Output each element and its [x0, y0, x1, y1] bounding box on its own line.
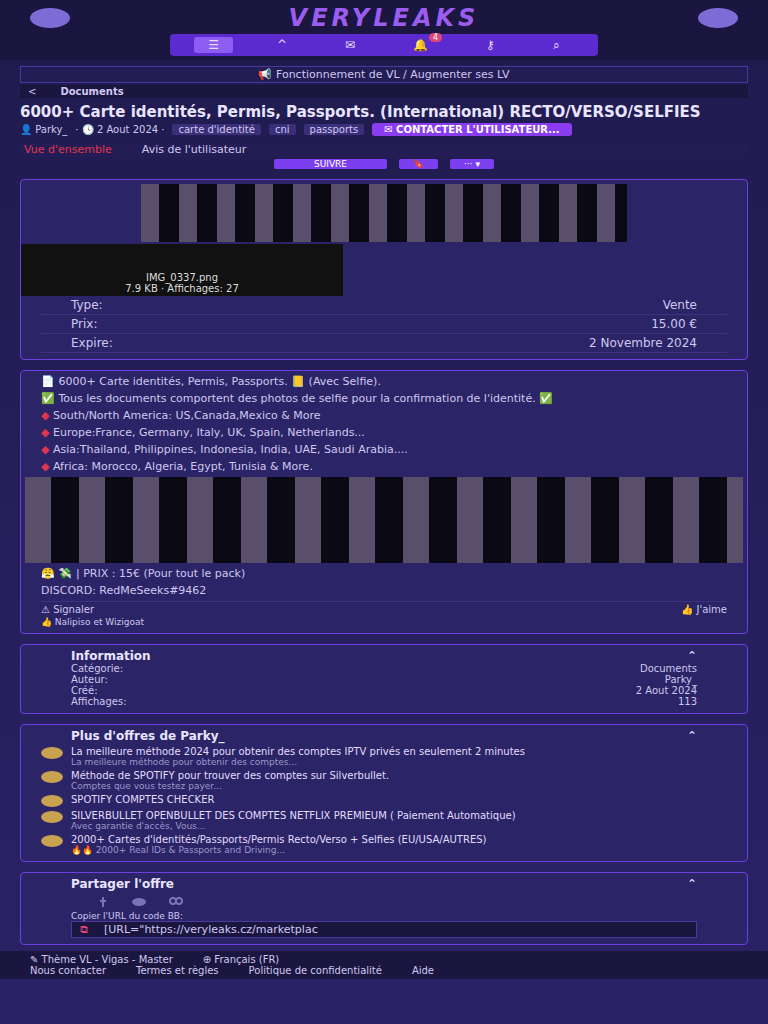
nav-bar: ☰ ^ ✉ 🔔4 ⚷ ⌕	[170, 34, 598, 56]
nav-item[interactable]: ⌕	[539, 37, 574, 53]
mascot-icon	[698, 8, 738, 28]
tab[interactable]: Avis de l'utilisateur	[142, 143, 247, 156]
nav-item[interactable]: ☰	[194, 37, 233, 53]
offer-item[interactable]: SILVERBULLET OPENBULLET DES COMPTES NETF…	[71, 810, 697, 831]
detail-row: Expire:2 Novembre 2024	[41, 334, 727, 353]
mascot-icon	[30, 8, 70, 28]
listing-meta: 👤 Parky_ · 🕓 2 Aout 2024 · carte d'identit…	[20, 123, 748, 136]
detail-row: Type:Vente	[41, 296, 727, 315]
follow-button[interactable]: SUIVRE	[274, 159, 387, 169]
avatar-icon	[41, 747, 63, 759]
nav-item[interactable]: ⚷	[472, 37, 509, 53]
avatar-icon	[41, 795, 63, 807]
share-card: Partager l'offre⌃ Copier l'URL du code BB…	[20, 872, 748, 945]
report-button[interactable]: ⚠ Signaler	[41, 604, 94, 615]
like-button[interactable]: 👍 J'aime	[681, 604, 727, 615]
listing-title: 6000+ Carte identités, Permis, Passports…	[20, 104, 748, 120]
information-card: Information⌃Catégorie:DocumentsAuteur:Pa…	[20, 644, 748, 714]
offer-item[interactable]: La meilleure méthode 2024 pour obtenir d…	[71, 746, 697, 767]
footer-link[interactable]: Termes et règles	[136, 965, 219, 976]
share-label: Copier l'URL du code BB:	[71, 911, 697, 921]
intro: 📄 6000+ Carte identités, Permis, Passpor…	[41, 375, 727, 388]
info-row: Catégorie:Documents	[71, 663, 697, 674]
breadcrumb[interactable]: <Documents	[20, 85, 748, 98]
tag[interactable]: carte d'identité	[172, 124, 260, 135]
detail-row: Prix:15.00 €	[41, 315, 727, 334]
date: · 🕓 2 Aout 2024 ·	[75, 124, 164, 135]
reactions[interactable]: 👍 Nalipiso et Wizigoat	[41, 615, 727, 627]
region: ◆ Asia:Thailand, Philippines, Indonesia,…	[41, 443, 727, 456]
footer: ✎ Thème VL - Vigas - Master ⊕ Français (F…	[0, 951, 768, 979]
region: ◆ Europe:France, Germany, Italy, UK, Spa…	[41, 426, 727, 439]
contact-button[interactable]: ✉ CONTACTER L'UTILISATEUR...	[372, 123, 571, 136]
share-field[interactable]: ⧉[URL="https://veryleaks.cz/marketplac	[71, 921, 697, 938]
tabs: Vue d'ensemble Avis de l'utilisateur	[20, 142, 748, 157]
info-row: Affichages:113	[71, 696, 697, 707]
selfie-note: ✅ Tous les documents comportent des phot…	[41, 392, 727, 405]
photo[interactable]	[25, 477, 743, 563]
twitter-icon[interactable]	[131, 895, 147, 907]
theme-link[interactable]: ✎ Thème VL - Vigas - Master	[30, 954, 173, 965]
price: 😤 💸 | PRIX : 15€ (Pour tout le pack)	[41, 567, 727, 580]
description-card: 📄 6000+ Carte identités, Permis, Passpor…	[20, 370, 748, 634]
nav-item[interactable]: 🔔4	[399, 37, 442, 53]
more-button[interactable]: ··· ▾	[450, 159, 494, 169]
link-icon[interactable]	[169, 895, 183, 907]
offer-item[interactable]: 2000+ Cartes d'identités/Passports/Permi…	[71, 834, 697, 855]
photo[interactable]	[141, 184, 627, 242]
footer-link[interactable]: Politique de confidentialité	[249, 965, 382, 976]
logo-row: VERYLEAKS	[0, 4, 768, 32]
more-offers-card: Plus d'offres de Parky_⌃ La meilleure mét…	[20, 724, 748, 862]
info-row: Créé:2 Aout 2024	[71, 685, 697, 696]
page: VERYLEAKS ☰ ^ ✉ 🔔4 ⚷ ⌕ 📢 Fonctionnement de VL /…	[0, 0, 768, 1024]
facebook-icon[interactable]	[97, 895, 109, 907]
post-footer: ⚠ Signaler 👍 J'aime	[41, 601, 727, 615]
box-header[interactable]: Plus d'offres de Parky_⌃	[71, 729, 697, 743]
discord: DISCORD: RedMeSeeks#9462	[41, 584, 727, 597]
attachment-card: IMG_0337.png7.9 KB · Affichages: 27Type:…	[20, 179, 748, 360]
actions: SUIVRE 🔖 ··· ▾	[0, 159, 768, 169]
avatar-icon	[41, 771, 63, 783]
avatar-icon	[41, 835, 63, 847]
bookmark-button[interactable]: 🔖	[399, 159, 438, 169]
tag[interactable]: cni	[269, 124, 296, 135]
footer-link[interactable]: Nous contacter	[30, 965, 106, 976]
header: VERYLEAKS ☰ ^ ✉ 🔔4 ⚷ ⌕	[0, 0, 768, 60]
language-link[interactable]: ⊕ Français (FR)	[203, 954, 279, 965]
social-row	[71, 891, 697, 911]
info-row: Auteur:Parky_	[71, 674, 697, 685]
attachment[interactable]: IMG_0337.png7.9 KB · Affichages: 27	[21, 244, 343, 296]
badge: 4	[429, 33, 442, 42]
tab[interactable]: Vue d'ensemble	[24, 143, 112, 156]
tag[interactable]: passports	[304, 124, 365, 135]
notice-bar[interactable]: 📢 Fonctionnement de VL / Augmenter ses L…	[20, 66, 748, 83]
box-header[interactable]: Information⌃	[71, 649, 697, 663]
region: ◆ Africa: Morocco, Algeria, Egypt, Tunis…	[41, 460, 727, 473]
logo[interactable]: VERYLEAKS	[289, 4, 480, 32]
region: ◆ South/North America: US,Canada,Mexico …	[41, 409, 727, 422]
footer-link[interactable]: Aide	[412, 965, 434, 976]
author[interactable]: 👤 Parky_	[20, 124, 67, 135]
nav-item[interactable]: ^	[263, 37, 301, 53]
offer-item[interactable]: SPOTIFY COMPTES CHECKER	[71, 794, 697, 807]
offer-item[interactable]: Méthode de SPOTIFY pour trouver des comp…	[71, 770, 697, 791]
box-header[interactable]: Partager l'offre⌃	[71, 877, 697, 891]
avatar-icon	[41, 811, 63, 823]
nav-item[interactable]: ✉	[331, 37, 369, 53]
